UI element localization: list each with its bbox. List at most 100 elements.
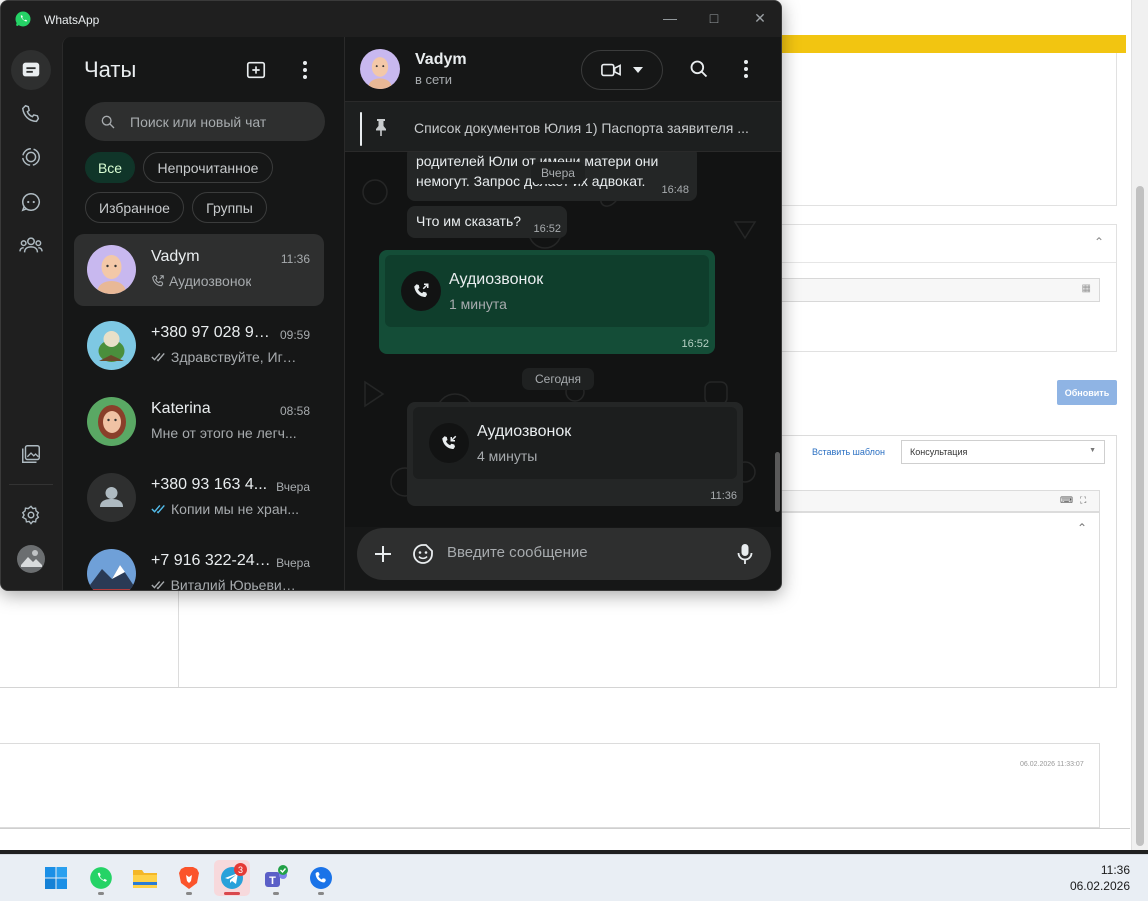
search-input[interactable] — [130, 113, 310, 130]
taskbar-brave-icon[interactable] — [171, 860, 207, 896]
title-bar[interactable]: WhatsApp — □ ✕ — [1, 1, 781, 37]
call-card[interactable]: Аудиозвонок 1 минута — [385, 255, 709, 327]
taskbar-file-explorer-icon[interactable] — [127, 860, 163, 896]
whatsapp-logo-icon — [15, 11, 31, 27]
contact-avatar[interactable] — [360, 49, 400, 89]
taskbar-whatsapp-icon[interactable] — [83, 860, 119, 896]
scrollbar-thumb[interactable] — [1136, 186, 1144, 846]
message-input[interactable] — [447, 544, 717, 561]
date-input[interactable]: ▦ — [782, 278, 1100, 302]
profile-avatar[interactable] — [11, 539, 51, 579]
chat-list-item[interactable]: +380 97 028 99... 09:59 Здравствуйте, Иг… — [74, 310, 324, 382]
close-icon[interactable]: ✕ — [747, 7, 773, 29]
svg-text:T: T — [269, 875, 276, 887]
chat-name: +380 93 163 4... — [151, 476, 268, 493]
taskbar-telegram-icon[interactable]: 3 — [214, 860, 250, 896]
attach-plus-icon[interactable] — [371, 542, 395, 566]
message-time: 16:52 — [533, 223, 561, 235]
conversation-header[interactable]: Vadym в сети — [345, 37, 781, 102]
divider — [9, 484, 53, 485]
message-scrollbar[interactable] — [775, 452, 780, 512]
chat-list-item[interactable]: +7 916 322-24-... Вчера Виталий Юрьевич,… — [74, 538, 324, 590]
search-bar[interactable] — [85, 102, 325, 141]
editor-area[interactable]: ⌃ — [782, 512, 1100, 688]
chat-list-item[interactable]: Katerina 08:58 Мне от этого не легч... — [74, 386, 324, 458]
chat-name: Vadym — [151, 248, 200, 265]
chevron-up-icon[interactable]: ⌃ — [1077, 521, 1087, 535]
chat-time: 08:58 — [279, 404, 310, 418]
call-duration: 1 минута — [449, 296, 507, 312]
message-text: Что им сказать? — [416, 213, 522, 229]
pinned-message-text: Список документов Юлия 1) Паспорта заяви… — [414, 120, 749, 136]
media-icon[interactable] — [11, 434, 51, 474]
template-select[interactable]: Консультация ▼ — [901, 440, 1105, 464]
insert-template-link[interactable]: Вставить шаблон — [812, 447, 885, 457]
message-area[interactable]: родителей Юли от имени матери они немогу… — [345, 152, 781, 527]
sticker-emoji-icon[interactable] — [411, 542, 435, 566]
call-duration: 4 минуты — [477, 448, 538, 464]
menu-kebab-icon[interactable] — [292, 57, 318, 83]
clock-date: 06.02.2026 — [1069, 879, 1130, 893]
avatar — [87, 397, 136, 446]
chats-icon[interactable] — [11, 50, 51, 90]
chat-time: Вчера — [276, 480, 310, 494]
calendar-icon[interactable]: ▦ — [1082, 283, 1091, 294]
refresh-button[interactable]: Обновить — [1057, 380, 1117, 405]
double-check-read-icon — [151, 504, 165, 514]
panel-header[interactable]: ⌃ — [782, 225, 1116, 263]
conversation-panel: Vadym в сети Список документов Юлия 1) П… — [344, 37, 781, 590]
new-chat-icon[interactable] — [243, 57, 269, 83]
maximize-icon[interactable]: □ — [701, 7, 727, 29]
avatar — [87, 321, 136, 370]
dropdown-arrow-icon: ▼ — [1089, 447, 1096, 454]
calls-icon[interactable] — [11, 94, 51, 134]
content-panel — [782, 53, 1117, 206]
chat-list-item[interactable]: +380 93 163 4... Вчера Копии мы не хран.… — [74, 462, 324, 534]
incoming-message[interactable]: Что им сказать? 16:52 — [407, 206, 567, 238]
taskbar-teams-icon[interactable]: T — [258, 860, 294, 896]
video-camera-icon — [601, 63, 621, 77]
chevron-up-icon[interactable]: ⌃ — [1094, 235, 1104, 249]
pinned-message-bar[interactable]: Список документов Юлия 1) Паспорта заяви… — [345, 102, 781, 152]
chat-preview: Мне от этого не легч... — [151, 425, 301, 441]
chat-preview: Здравствуйте, Иго... — [151, 349, 301, 365]
whatsapp-window: WhatsApp — □ ✕ Чаты Поиск или новый чат … — [0, 0, 782, 591]
chat-name: +7 916 322-24-... — [151, 552, 271, 569]
keyboard-icon[interactable]: ⌨ — [1060, 495, 1073, 506]
chat-preview: Аудиозвонок — [151, 273, 301, 289]
start-windows-icon[interactable] — [38, 860, 74, 896]
filter-chip-groups[interactable]: Группы — [192, 192, 267, 223]
chat-list-item[interactable]: Vadym 11:36 Аудиозвонок — [74, 234, 324, 306]
system-clock[interactable]: 11:36 06.02.2026 — [1070, 862, 1130, 894]
call-title: Аудиозвонок — [477, 423, 572, 440]
menu-kebab-icon[interactable] — [732, 55, 760, 83]
avatar — [87, 245, 136, 294]
filter-chip-all[interactable]: Все — [85, 152, 135, 183]
chat-preview-text: Здравствуйте, Иго... — [170, 349, 301, 365]
minimize-icon[interactable]: — — [657, 7, 683, 29]
call-outgoing-icon — [152, 275, 164, 287]
video-call-button[interactable] — [581, 50, 663, 90]
history-panel — [0, 743, 1100, 828]
fullscreen-icon[interactable]: ⛶ — [1080, 495, 1086, 506]
outgoing-call-message[interactable]: Аудиозвонок 1 минута 16:52 — [379, 250, 715, 354]
window-title: WhatsApp — [44, 13, 100, 27]
clock-time: 11:36 — [1100, 863, 1130, 877]
filter-chip-unread[interactable]: Непрочитанное — [143, 152, 273, 183]
search-icon[interactable] — [685, 55, 713, 83]
call-card[interactable]: Аудиозвонок 4 минуты — [413, 407, 737, 479]
communities-icon[interactable] — [11, 225, 51, 265]
taskbar: 3 T 11:36 06.02.2026 — [0, 854, 1148, 901]
status-icon[interactable] — [11, 137, 51, 177]
incoming-call-message[interactable]: Аудиозвонок 4 минуты 11:36 — [407, 402, 743, 506]
running-indicator — [224, 892, 240, 895]
double-check-icon — [151, 353, 165, 362]
chat-list-panel: Чаты Все Непрочитанное Избранное Группы … — [62, 37, 404, 590]
taskbar-phone-app-icon[interactable] — [303, 860, 339, 896]
settings-gear-icon[interactable] — [11, 495, 51, 535]
microphone-icon[interactable] — [733, 542, 757, 566]
message-time: 16:52 — [681, 338, 709, 350]
page-scrollbar[interactable] — [1131, 0, 1148, 850]
filter-chip-favorites[interactable]: Избранное — [85, 192, 184, 223]
channels-icon[interactable] — [11, 182, 51, 222]
